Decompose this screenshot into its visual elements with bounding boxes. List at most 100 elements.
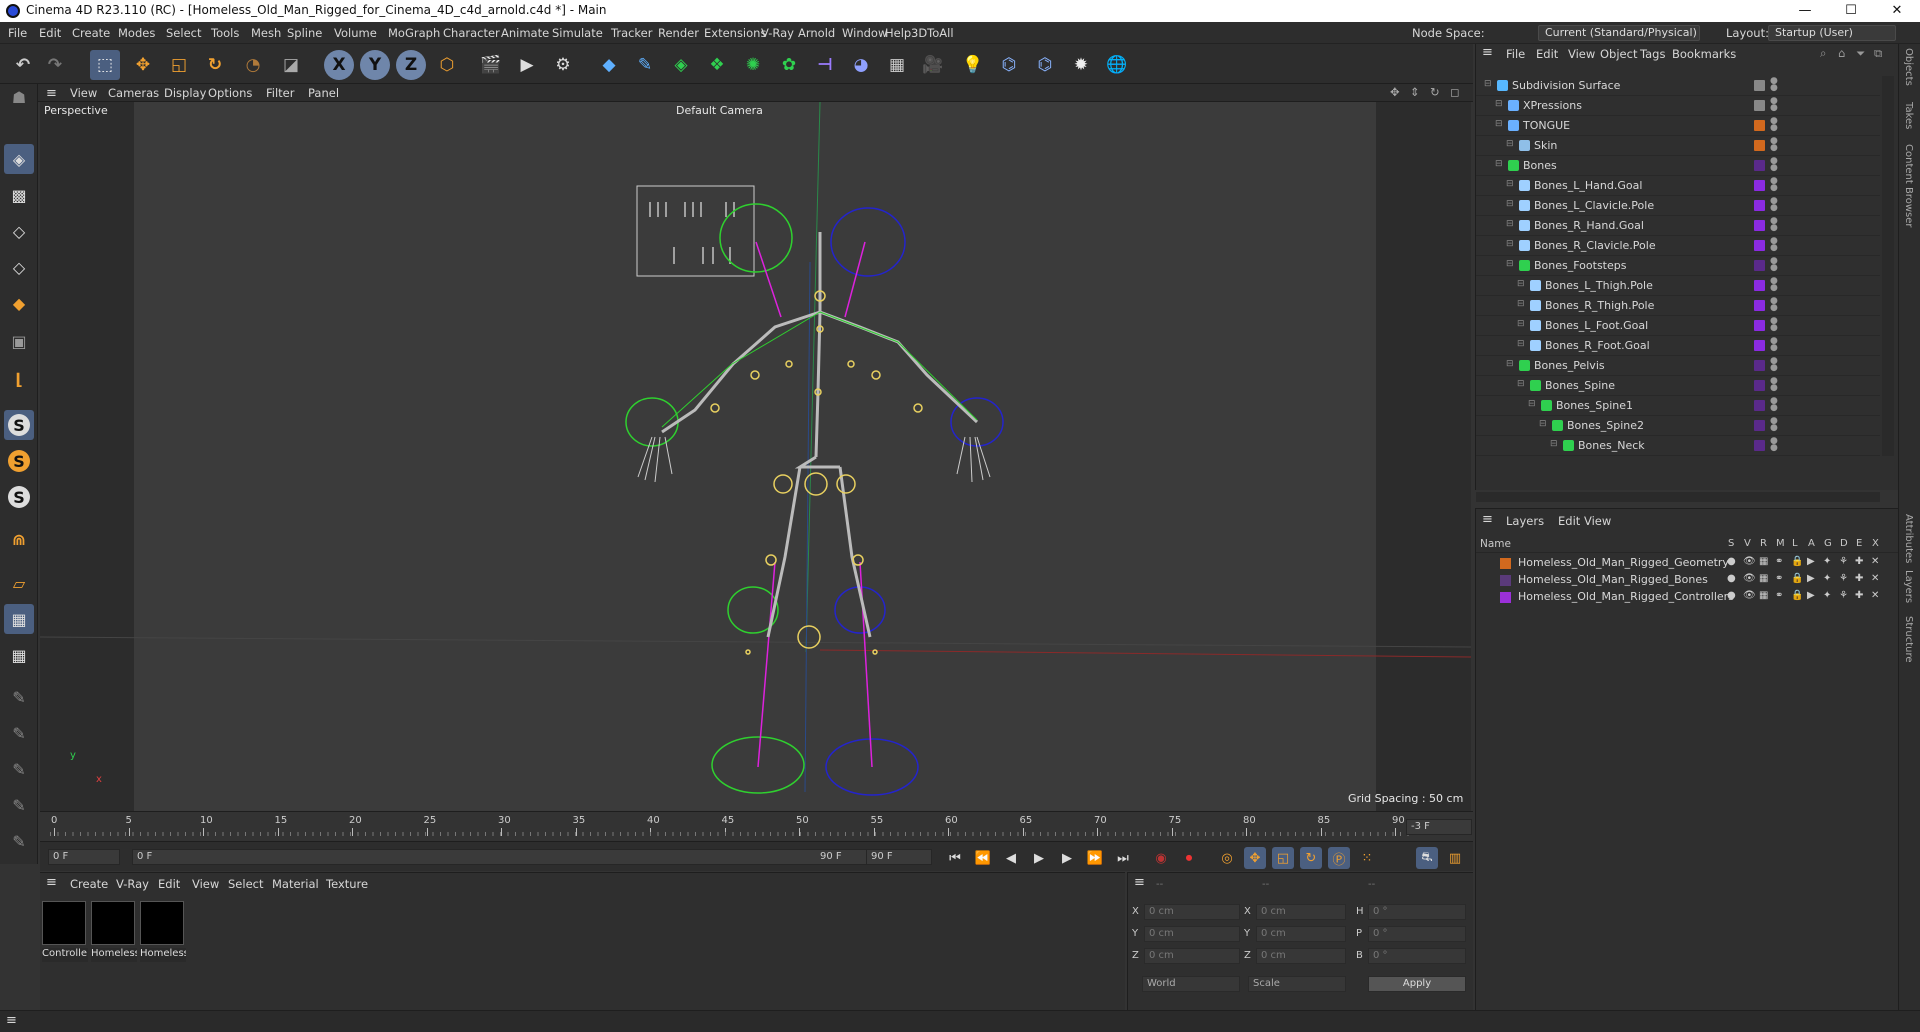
right-tab-takes[interactable]: Takes	[1903, 102, 1914, 129]
perspective-viewport[interactable]: Perspective Default Camera Grid Spacing …	[40, 102, 1471, 811]
tree-toggle-icon[interactable]: ⊟	[1506, 239, 1514, 249]
right-tab-layers[interactable]: Layers	[1903, 570, 1914, 603]
magnet-snap-icon[interactable]: ⋒	[4, 524, 34, 554]
layer-color-tag[interactable]	[1754, 340, 1765, 351]
layer-flag-e-icon[interactable]: ✚	[1855, 573, 1863, 584]
layer-color-tag[interactable]	[1754, 220, 1765, 231]
render-view-icon[interactable]: 🎬	[476, 50, 506, 80]
tree-toggle-icon[interactable]: ⊟	[1495, 119, 1503, 129]
recent-tool-icon[interactable]: ◔	[238, 50, 268, 80]
object-row[interactable]: ⊟ TONGUE ● ●	[1476, 116, 1880, 136]
viewport-menu-options[interactable]: Options	[208, 86, 252, 100]
menu-spline[interactable]: Spline	[287, 26, 322, 40]
light-icon[interactable]: 💡	[958, 50, 988, 80]
edges-mode-icon[interactable]: ◇	[4, 252, 34, 282]
object-row[interactable]: ⊟ Bones_R_Thigh.Pole ● ●	[1476, 296, 1880, 316]
visibility-dots-icon[interactable]: ● ●	[1770, 197, 1778, 213]
layer-flag-column-e[interactable]: E	[1856, 538, 1862, 549]
menu-volume[interactable]: Volume	[334, 26, 377, 40]
layer-flag-s-icon[interactable]: ●	[1727, 556, 1736, 567]
layer-color-tag[interactable]	[1754, 200, 1765, 211]
timeline-ruler[interactable]: 0 5 10 15 20 25 30 35 40 45 50 55 60 65 70 75 80 85 90 -3 …	[40, 811, 1473, 841]
menu-v-ray[interactable]: V-Ray	[761, 26, 794, 40]
x-axis-lock-icon[interactable]: X	[324, 50, 354, 80]
visibility-dots-icon[interactable]: ● ●	[1770, 337, 1778, 353]
layer-flag-g-icon[interactable]: ✦	[1823, 573, 1831, 584]
play-icon[interactable]: ▶	[1028, 847, 1050, 869]
menu-select[interactable]: Select	[166, 26, 201, 40]
key-position-icon[interactable]: ✥	[1244, 847, 1266, 869]
layer-flag-x-icon[interactable]: ✕	[1871, 590, 1879, 601]
layer-color-tag[interactable]	[1754, 380, 1765, 391]
object-row[interactable]: ⊟ XPressions ● ●	[1476, 96, 1880, 116]
move-tool-icon[interactable]: ✥	[128, 50, 158, 80]
viewport-menu-display[interactable]: Display	[164, 86, 206, 100]
menu-extensions[interactable]: Extensions	[704, 26, 766, 40]
minimize-button[interactable]: —	[1782, 0, 1828, 22]
tree-toggle-icon[interactable]: ⊟	[1517, 379, 1525, 389]
viewport-menu-filter[interactable]: Filter	[266, 86, 294, 100]
layer-color-tag[interactable]	[1754, 440, 1765, 451]
current-frame-field[interactable]: -3 F	[1406, 819, 1472, 835]
layer-flag-v-icon[interactable]: 👁	[1743, 556, 1756, 567]
maximize-button[interactable]: ☐	[1828, 0, 1874, 22]
node-space-select[interactable]: Current (Standard/Physical)	[1538, 25, 1700, 41]
knife-tool-icon[interactable]: ✎	[4, 790, 34, 820]
coord-rotation-field[interactable]: 0 °	[1368, 926, 1466, 942]
layer-flag-g-icon[interactable]: ✦	[1823, 590, 1831, 601]
deformer-icon[interactable]: ⊣	[810, 50, 840, 80]
visibility-dots-icon[interactable]: ● ●	[1770, 417, 1778, 433]
layer-flag-m-icon[interactable]: ⚭	[1775, 573, 1783, 584]
visibility-dots-icon[interactable]: ● ●	[1770, 377, 1778, 393]
layout-select[interactable]: Startup (User)	[1768, 25, 1896, 41]
hamburger-icon[interactable]: ≡	[46, 86, 57, 101]
select-tool-icon[interactable]: ⬚	[90, 50, 120, 80]
objects-menu-view[interactable]: View	[1568, 47, 1595, 61]
tree-toggle-icon[interactable]: ⊟	[1550, 439, 1558, 449]
layer-color-swatch[interactable]	[1500, 575, 1511, 586]
layer-color-tag[interactable]	[1754, 260, 1765, 271]
material-name[interactable]: Homeless	[140, 948, 186, 962]
menu-mograph[interactable]: MoGraph	[388, 26, 440, 40]
layer-color-tag[interactable]	[1754, 420, 1765, 431]
make-editable-icon[interactable]: ☗	[4, 82, 34, 112]
layer-flag-column-g[interactable]: G	[1824, 538, 1832, 549]
menu-simulate[interactable]: Simulate	[552, 26, 603, 40]
render-to-picture-viewer-icon[interactable]: ▶	[512, 50, 542, 80]
visibility-dots-icon[interactable]: ● ●	[1770, 157, 1778, 173]
layer-flag-a-icon[interactable]: ▶	[1807, 573, 1815, 584]
layer-color-tag[interactable]	[1754, 120, 1765, 131]
layer-color-tag[interactable]	[1754, 320, 1765, 331]
visibility-dots-icon[interactable]: ● ●	[1770, 217, 1778, 233]
camera-icon[interactable]: 🎥	[918, 50, 948, 80]
objects-menu-object[interactable]: Object	[1600, 47, 1637, 61]
rotate-view-icon[interactable]: ↻	[1430, 85, 1440, 99]
floor-icon[interactable]: ▦	[882, 50, 912, 80]
material-menu-select[interactable]: Select	[228, 877, 263, 891]
filter-icon[interactable]: ⏷	[1856, 46, 1865, 61]
render-gear-icon[interactable]: ✹	[1066, 50, 1096, 80]
tree-toggle-icon[interactable]: ⊟	[1517, 279, 1525, 289]
close-button[interactable]: ✕	[1874, 0, 1920, 22]
visibility-dots-icon[interactable]: ● ●	[1770, 257, 1778, 273]
z-axis-lock-icon[interactable]: Z	[396, 50, 426, 80]
layers-menu-layers[interactable]: Layers	[1506, 514, 1544, 528]
scale-tool-icon[interactable]: ◱	[164, 50, 194, 80]
object-row[interactable]: ⊟ Bones_Pelvis ● ●	[1476, 356, 1880, 376]
menu-tracker[interactable]: Tracker	[611, 26, 653, 40]
viewport-menu-view[interactable]: View	[70, 86, 97, 100]
layers-hamburger-icon[interactable]: ≡	[1482, 512, 1493, 527]
layer-row[interactable]: Homeless_Old_Man_Rigged_Bones ● 👁 ▦ ⚭ 🔒 ▶ ✦ ⚘ ✚ ✕	[1476, 572, 1899, 589]
array-icon[interactable]: ✺	[738, 50, 768, 80]
layer-row[interactable]: Homeless_Old_Man_Rigged_Controllers ● 👁 ▦ ⚭ 🔒…	[1476, 589, 1899, 606]
locked-workplane-icon[interactable]: ▦	[4, 640, 34, 670]
field-icon[interactable]: ◕	[846, 50, 876, 80]
layer-flag-column-d[interactable]: D	[1840, 538, 1848, 549]
end-frame-field[interactable]: 90 F	[866, 849, 932, 865]
layer-flag-l-icon[interactable]: 🔒	[1791, 573, 1803, 584]
material-name[interactable]: Homeless	[91, 948, 137, 962]
objects-menu-bookmarks[interactable]: Bookmarks	[1672, 47, 1736, 61]
tree-toggle-icon[interactable]: ⊟	[1539, 419, 1547, 429]
layer-flag-v-icon[interactable]: 👁	[1743, 573, 1756, 584]
menu-help[interactable]: Help	[885, 26, 911, 40]
